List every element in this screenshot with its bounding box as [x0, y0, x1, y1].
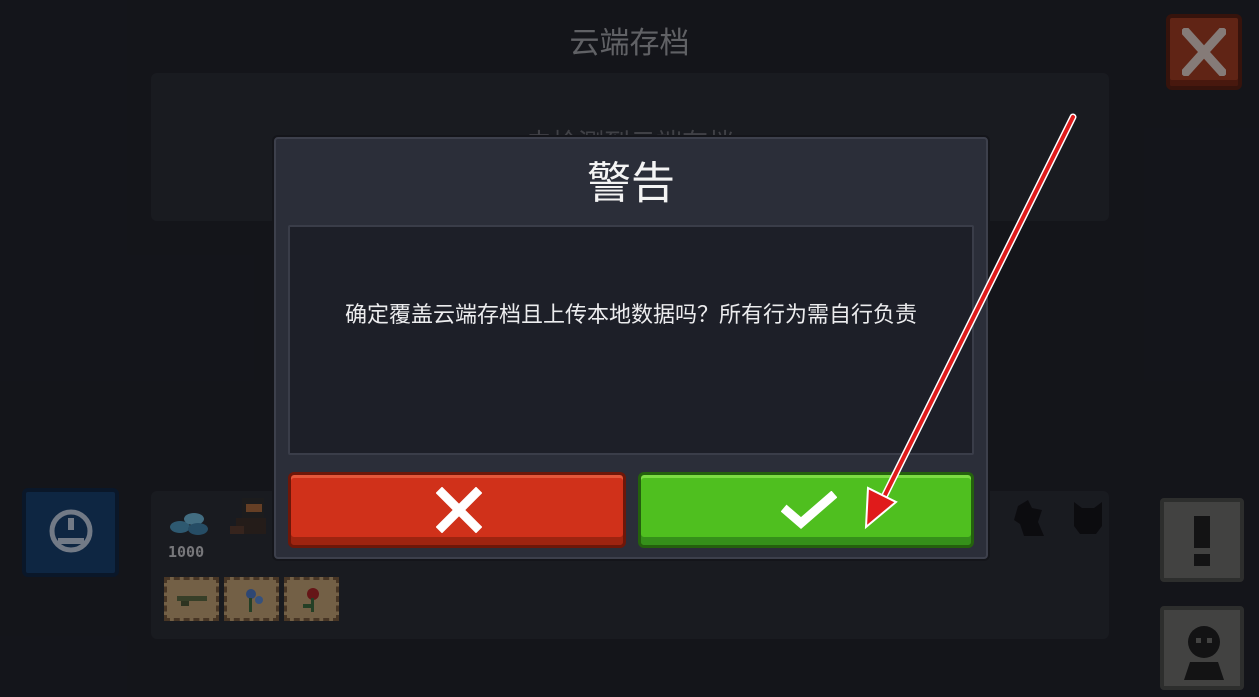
annotation-arrow — [864, 113, 1077, 530]
